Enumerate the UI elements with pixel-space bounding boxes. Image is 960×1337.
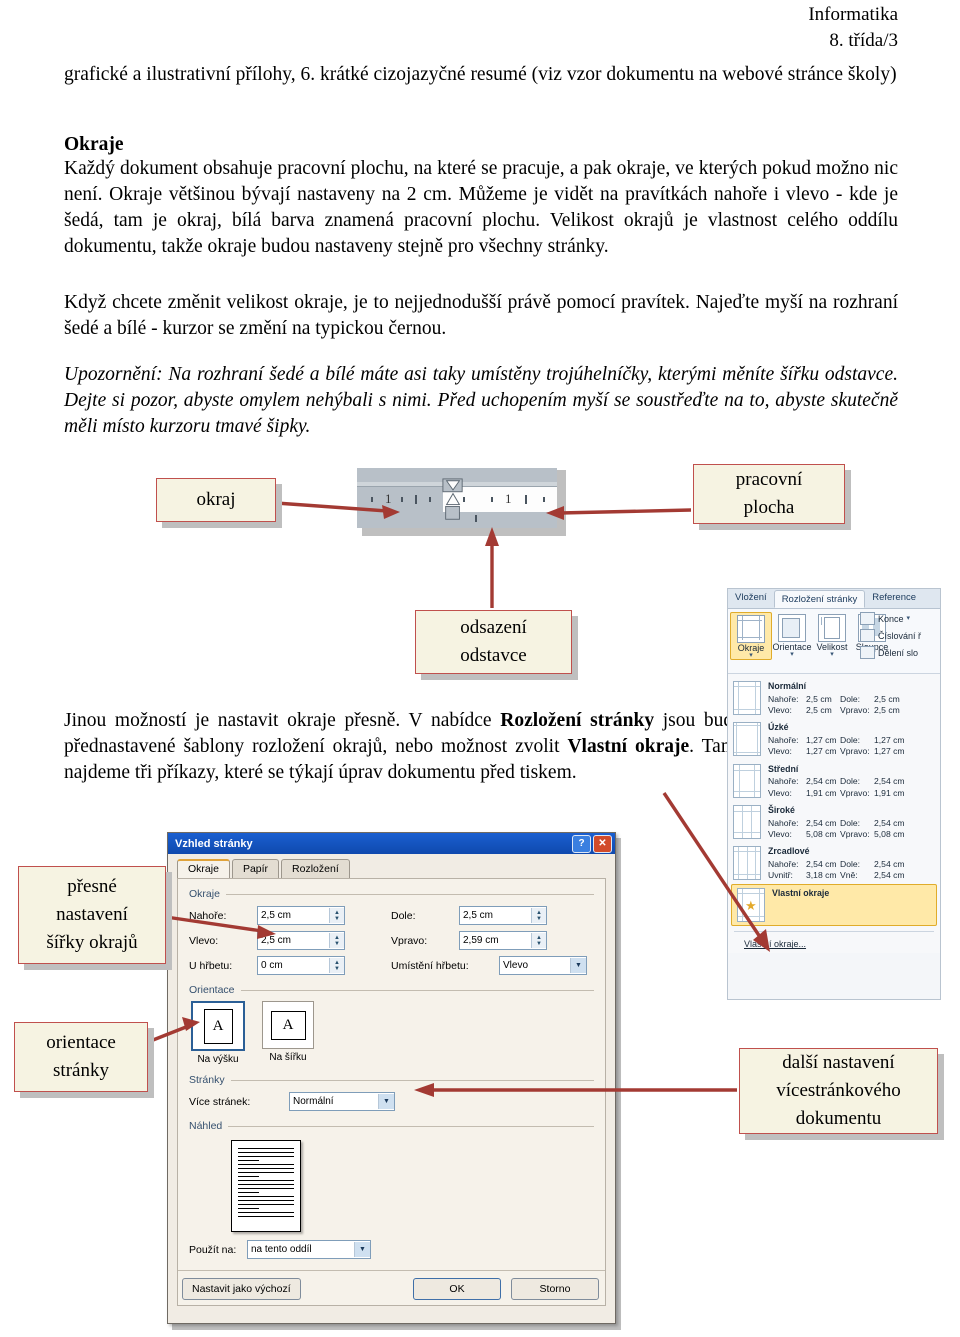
callout-dalsi-line1: další nastavení xyxy=(782,1052,895,1074)
callout-odsazeni-line1: odsazení xyxy=(460,617,527,639)
arrow-odsazeni-head xyxy=(485,527,499,546)
callout-dalsi-nastaveni[interactable]: další nastavení vícestránkového dokument… xyxy=(739,1048,938,1134)
callout-pracovni-plocha-line2: plocha xyxy=(743,497,795,518)
callout-dalsi-line3: dokumentu xyxy=(795,1107,882,1129)
callout-okraj-text: okraj xyxy=(196,489,236,511)
callout-pracovni-plocha-line1: pracovní xyxy=(735,469,803,491)
arrow-presne-head xyxy=(257,925,276,939)
arrow-dalsi-head xyxy=(414,1083,434,1097)
arrow-plocha-head xyxy=(546,506,564,520)
callout-presne-nastaveni[interactable]: přesné nastavení šířky okrajů xyxy=(18,866,166,964)
callout-presne-line1: přesné xyxy=(67,876,117,898)
arrow-okraj-head xyxy=(382,505,400,519)
callout-pracovni-plocha[interactable]: pracovní plocha xyxy=(693,464,845,524)
callout-presne-line3: šířky okrajů xyxy=(46,931,138,953)
callout-dalsi-line2: vícestránkového xyxy=(776,1080,901,1102)
callout-odsazeni-line2: odstavce xyxy=(460,645,527,666)
callout-orientace-stranky[interactable]: orientace stránky xyxy=(14,1022,148,1092)
callout-odsazeni-odstavce[interactable]: odsazení odstavce xyxy=(415,610,572,674)
arrow-okraj-line xyxy=(275,501,388,513)
callout-orientace-line1: orientace xyxy=(46,1032,116,1054)
callout-orientace-line2: stránky xyxy=(53,1060,109,1081)
document-page: Informatika 8. třída/3 grafické a ilustr… xyxy=(0,0,960,1337)
arrow-orientace-line xyxy=(147,1025,187,1044)
arrow-presne-line xyxy=(165,915,263,933)
callout-presne-line2: nastavení xyxy=(56,904,128,926)
arrow-vlastni-okraje-line xyxy=(662,792,762,938)
arrow-plocha-line xyxy=(559,508,692,515)
callout-okraj[interactable]: okraj xyxy=(156,478,276,522)
